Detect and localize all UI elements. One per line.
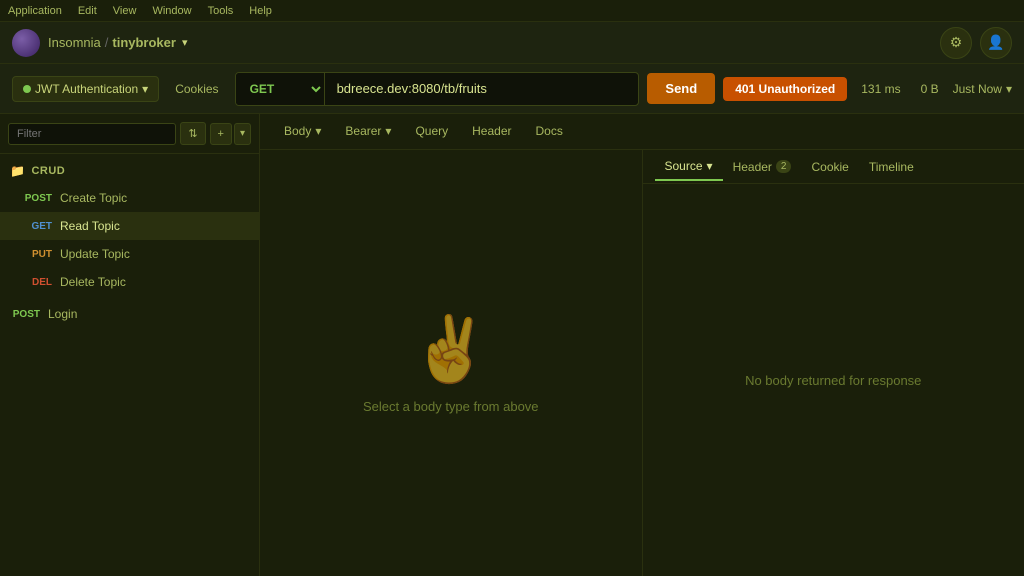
method-url-container: GET POST PUT DELETE bbox=[235, 72, 640, 106]
method-tag-get: GET bbox=[24, 221, 52, 232]
tab-bearer[interactable]: Bearer ▾ bbox=[333, 116, 403, 148]
tab-body[interactable]: Body ▾ bbox=[272, 116, 333, 148]
send-button[interactable]: Send bbox=[647, 73, 715, 104]
tab-response-header-label: Header bbox=[733, 160, 772, 174]
breadcrumb-separator: / bbox=[105, 35, 109, 50]
menu-window[interactable]: Window bbox=[152, 5, 191, 17]
section-label: CRUD bbox=[31, 165, 65, 177]
request-tabs: Body ▾ Bearer ▾ Query Header Docs bbox=[260, 114, 1024, 150]
sidebar-item-label: Create Topic bbox=[60, 191, 127, 205]
sidebar-section-crud: 📁 CRUD POST Create Topic GET Read Topic … bbox=[0, 154, 259, 300]
header-badge: 2 bbox=[776, 160, 792, 173]
tab-header[interactable]: Header bbox=[460, 116, 523, 148]
sidebar-item-create-topic[interactable]: POST Create Topic bbox=[0, 184, 259, 212]
status-badge: 401 Unauthorized bbox=[723, 77, 847, 101]
request-bar: JWT Authentication ▾ Cookies GET POST PU… bbox=[0, 64, 1024, 114]
method-tag-del: DEL bbox=[24, 277, 52, 288]
menubar: Application Edit View Window Tools Help bbox=[0, 0, 1024, 22]
sidebar-item-label: Read Topic bbox=[60, 219, 120, 233]
filter-input[interactable] bbox=[8, 123, 176, 145]
menu-tools[interactable]: Tools bbox=[208, 5, 234, 17]
method-select[interactable]: GET POST PUT DELETE bbox=[236, 73, 325, 105]
tab-cookie-label: Cookie bbox=[811, 160, 848, 174]
titlebar: Insomnia / tinybroker ▾ ⚙ 👤 bbox=[0, 22, 1024, 64]
tab-body-chevron: ▾ bbox=[315, 124, 321, 138]
menu-view[interactable]: View bbox=[113, 5, 137, 17]
cookies-button[interactable]: Cookies bbox=[167, 77, 226, 101]
tab-source[interactable]: Source ▾ bbox=[655, 153, 723, 181]
hand-icon: ✌️ bbox=[411, 312, 491, 387]
sidebar-item-read-topic[interactable]: GET Read Topic bbox=[0, 212, 259, 240]
tab-query[interactable]: Query bbox=[403, 116, 460, 148]
auth-status-dot bbox=[23, 85, 31, 93]
tab-docs-label: Docs bbox=[536, 124, 563, 138]
menu-help[interactable]: Help bbox=[249, 5, 272, 17]
response-tabs: Source ▾ Header 2 Cookie Timeline bbox=[643, 150, 1024, 184]
empty-body-label: Select a body type from above bbox=[363, 399, 539, 414]
sidebar: ⇅ + ▾ 📁 CRUD POST Create Topic GET Read … bbox=[0, 114, 260, 576]
tab-header-label: Header bbox=[472, 124, 511, 138]
app-name: Insomnia bbox=[48, 35, 101, 50]
content-area: Body ▾ Bearer ▾ Query Header Docs ✌️ bbox=[260, 114, 1024, 576]
sidebar-item-label: Update Topic bbox=[60, 247, 130, 261]
sort-button[interactable]: ⇅ bbox=[180, 122, 205, 145]
settings-button[interactable]: ⚙ bbox=[940, 27, 972, 59]
add-group: + ▾ bbox=[210, 123, 251, 145]
no-body-text: No body returned for response bbox=[745, 373, 921, 388]
tab-source-chevron: ▾ bbox=[707, 159, 713, 173]
sidebar-item-label: Login bbox=[48, 307, 77, 321]
response-time: 131 ms bbox=[855, 82, 906, 96]
tab-timeline-label: Timeline bbox=[869, 160, 914, 174]
timestamp-label: Just Now bbox=[953, 82, 1002, 96]
sidebar-item-update-topic[interactable]: PUT Update Topic bbox=[0, 240, 259, 268]
account-button[interactable]: 👤 bbox=[980, 27, 1012, 59]
auth-button[interactable]: JWT Authentication ▾ bbox=[12, 76, 159, 102]
method-tag-post: POST bbox=[24, 193, 52, 204]
url-input[interactable] bbox=[325, 81, 639, 96]
panels: ✌️ Select a body type from above Source … bbox=[260, 150, 1024, 576]
main-area: ⇅ + ▾ 📁 CRUD POST Create Topic GET Read … bbox=[0, 114, 1024, 576]
tab-body-label: Body bbox=[284, 124, 311, 138]
method-tag-post-login: POST bbox=[12, 309, 40, 320]
tab-bearer-chevron: ▾ bbox=[385, 124, 391, 138]
menu-application[interactable]: Application bbox=[8, 5, 62, 17]
response-panel: Source ▾ Header 2 Cookie Timeline N bbox=[643, 150, 1024, 576]
empty-body: ✌️ Select a body type from above bbox=[363, 150, 539, 576]
add-button[interactable]: + bbox=[210, 123, 232, 145]
sidebar-toolbar: ⇅ + ▾ bbox=[0, 114, 259, 154]
project-dropdown[interactable]: ▾ bbox=[182, 36, 188, 49]
folder-icon: 📁 bbox=[10, 164, 25, 178]
request-body-panel: ✌️ Select a body type from above bbox=[260, 150, 643, 576]
auth-chevron: ▾ bbox=[142, 82, 148, 96]
timestamp-button[interactable]: Just Now ▾ bbox=[953, 82, 1012, 96]
tab-response-header[interactable]: Header 2 bbox=[723, 154, 802, 180]
tab-cookie[interactable]: Cookie bbox=[801, 154, 858, 180]
sidebar-item-login[interactable]: POST Login bbox=[0, 300, 259, 328]
sidebar-item-delete-topic[interactable]: DEL Delete Topic bbox=[0, 268, 259, 296]
breadcrumb: Insomnia / tinybroker ▾ bbox=[48, 35, 187, 50]
sidebar-item-label: Delete Topic bbox=[60, 275, 126, 289]
section-header-crud[interactable]: 📁 CRUD bbox=[0, 158, 259, 184]
response-size: 0 B bbox=[915, 82, 945, 96]
tab-source-label: Source bbox=[665, 159, 703, 173]
method-tag-put: PUT bbox=[24, 249, 52, 260]
tab-bearer-label: Bearer bbox=[345, 124, 381, 138]
project-name: tinybroker bbox=[112, 35, 176, 50]
auth-label: JWT Authentication bbox=[35, 82, 138, 96]
tab-timeline[interactable]: Timeline bbox=[859, 154, 924, 180]
response-content: No body returned for response bbox=[643, 184, 1024, 576]
menu-edit[interactable]: Edit bbox=[78, 5, 97, 17]
add-chevron-button[interactable]: ▾ bbox=[234, 123, 251, 145]
app-logo bbox=[12, 29, 40, 57]
timestamp-chevron: ▾ bbox=[1006, 82, 1012, 96]
tab-docs[interactable]: Docs bbox=[524, 116, 575, 148]
tab-query-label: Query bbox=[415, 124, 448, 138]
